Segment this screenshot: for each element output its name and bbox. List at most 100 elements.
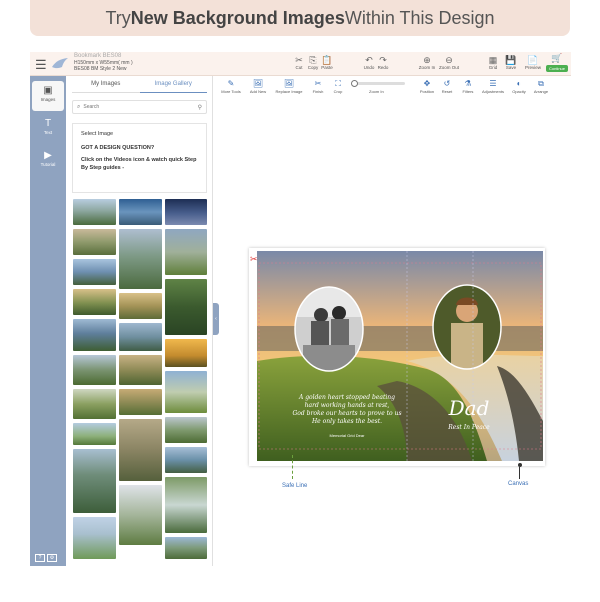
more-tools-button[interactable]: ✎ More Tools	[219, 79, 243, 94]
gallery-thumbnail[interactable]	[73, 199, 116, 225]
gallery-thumbnail[interactable]	[119, 229, 162, 289]
paste-icon: 📋	[321, 55, 333, 65]
crop-button[interactable]: ⛶ Crop	[326, 79, 350, 94]
gallery-thumbnail[interactable]	[73, 517, 116, 559]
tab-my-images[interactable]: My Images	[72, 81, 140, 93]
banner-prefix: Try	[105, 7, 131, 28]
zoom-out-icon: ⊖	[445, 55, 453, 65]
paste-button[interactable]: 📋 Paste	[316, 55, 338, 70]
search-box: ⌕ ⚲	[72, 100, 207, 114]
pencil-icon: ✎	[227, 79, 235, 88]
sliders-icon: ☰	[489, 79, 497, 88]
gallery-thumbnail[interactable]	[165, 279, 207, 335]
info-box: Select Image GOT A DESIGN QUESTION? Clic…	[72, 123, 207, 193]
gallery-thumbnail[interactable]	[165, 371, 207, 413]
redo-icon: ↷	[379, 55, 387, 65]
save-button[interactable]: 💾 Save	[500, 55, 522, 70]
replace-image-button[interactable]: 🖼 Replace Image	[274, 79, 304, 94]
select-image-label: Select Image	[81, 131, 114, 137]
rail-item-tutorial[interactable]: ▶ Tutorial	[32, 146, 64, 176]
image-panel: My Images Image Gallery ⌕ ⚲ Select Image…	[66, 76, 213, 566]
gallery-thumbnail[interactable]	[119, 199, 162, 225]
verse-line: A golden heart stopped beating	[298, 394, 395, 401]
gallery-thumbnail[interactable]	[165, 537, 207, 559]
gallery-thumbnail[interactable]	[119, 355, 162, 385]
replace-image-icon: 🖼	[283, 79, 295, 88]
help-icon[interactable]: ?	[35, 554, 45, 562]
opacity-icon: ◐	[516, 79, 522, 88]
collapse-panel-handle[interactable]: ‹	[213, 303, 219, 335]
gallery-thumbnail[interactable]	[73, 449, 116, 513]
design-question-heading: GOT A DESIGN QUESTION?	[81, 145, 155, 151]
gallery-thumbnail[interactable]	[165, 417, 207, 443]
cart-icon: 🛒	[551, 53, 563, 63]
gallery-thumbnail[interactable]	[73, 229, 116, 255]
gallery-thumbnail[interactable]	[165, 229, 207, 275]
safe-line-pointer	[292, 455, 293, 479]
zoom-label: Zoom In	[369, 89, 384, 94]
settings-icon[interactable]: ⚙	[47, 554, 57, 562]
zoom-in-button[interactable]: ⊕ Zoom In	[416, 55, 438, 70]
gallery-thumbnail[interactable]	[119, 419, 162, 481]
zoom-slider[interactable]	[351, 80, 405, 87]
gallery-thumbnail[interactable]	[119, 293, 162, 319]
gallery-thumbnail[interactable]	[165, 199, 207, 225]
design-canvas[interactable]: ✂ A golden heart stopped beating hard wo…	[249, 248, 545, 466]
safe-line-label: Safe Line	[282, 483, 308, 489]
gallery-thumbnail[interactable]	[73, 423, 116, 445]
arrange-button[interactable]: ⧉ Arrange	[529, 79, 553, 94]
search-input[interactable]	[83, 104, 198, 110]
filters-icon: ⚗	[464, 79, 472, 88]
document-style: BES08 BM Style 2 New	[74, 66, 127, 72]
filter-icon[interactable]: ⚲	[198, 104, 202, 111]
panel-tabs: My Images Image Gallery	[72, 81, 207, 93]
rail-item-images[interactable]: ▣ Images	[32, 81, 64, 111]
zoom-slider-handle[interactable]	[351, 80, 358, 87]
caption-text: Memorial Grid Dear	[330, 433, 366, 438]
gallery-thumbnail[interactable]	[73, 355, 116, 385]
text-icon: T	[44, 118, 52, 129]
verse-line: He only takes the best.	[311, 418, 382, 425]
continue-button[interactable]: Continue	[546, 65, 568, 72]
gallery-thumbnail[interactable]	[73, 289, 116, 315]
name-text[interactable]: Dad	[448, 396, 490, 420]
gallery-thumbnail[interactable]	[73, 389, 116, 419]
banner-highlight: New Background Images	[130, 7, 345, 28]
menu-icon[interactable]: ☰	[35, 57, 47, 73]
redo-button[interactable]: ↷ Redo	[372, 55, 394, 70]
design-artwork[interactable]: A golden heart stopped beating hard work…	[257, 251, 543, 461]
images-icon: ▣	[43, 85, 53, 96]
subtitle-text[interactable]: Rest In Peace	[447, 424, 490, 431]
gallery-thumbnail[interactable]	[73, 319, 116, 351]
gallery-thumbnail[interactable]	[119, 389, 162, 415]
preview-button[interactable]: 📄 Preview	[522, 55, 544, 70]
opacity-button[interactable]: ◐ Opacity	[507, 79, 531, 94]
verse-line: God broke our hearts to prove to us	[292, 410, 401, 417]
search-icon: ⌕	[77, 103, 81, 110]
banner-suffix: Within This Design	[344, 7, 495, 28]
tool-rail: ▣ Images T Text ▶ Tutorial ? ⚙	[30, 76, 66, 566]
save-icon: 💾	[505, 55, 517, 65]
gallery-thumbnail[interactable]	[165, 477, 207, 533]
tutorial-icon: ▶	[44, 150, 52, 161]
background-scene: A golden heart stopped beating hard work…	[257, 251, 543, 461]
gallery-thumbnail[interactable]	[73, 259, 116, 285]
rail-footer: ? ⚙	[35, 554, 57, 562]
gallery-thumbnail[interactable]	[165, 447, 207, 473]
video-guide-text: Click on the Videos icon & watch quick S…	[81, 157, 197, 171]
rail-item-text[interactable]: T Text	[32, 114, 64, 144]
gallery-thumbnail[interactable]	[165, 339, 207, 367]
image-toolbar: ✎ More Tools 🖼 Add New 🖼 Replace Image ✂ Fin…	[219, 77, 571, 99]
adjustments-button[interactable]: ☰ Adjustments	[479, 79, 507, 94]
tab-image-gallery[interactable]: Image Gallery	[139, 81, 207, 93]
top-bar: ☰ Bookmark BES08 H150mm x W55mm( mm ) BE…	[30, 52, 571, 76]
zoom-out-button[interactable]: ⊖ Zoom Out	[438, 55, 460, 70]
gallery-thumbnail[interactable]	[119, 485, 162, 545]
add-image-icon: 🖼	[252, 79, 264, 88]
promo-banner: Try New Background Images Within This De…	[30, 0, 570, 36]
filters-button[interactable]: ⚗ Filters	[456, 79, 480, 94]
canvas-label: Canvas	[508, 481, 529, 487]
add-new-button[interactable]: 🖼 Add New	[246, 79, 270, 94]
gallery-thumbnail[interactable]	[119, 323, 162, 351]
design-editor: ☰ Bookmark BES08 H150mm x W55mm( mm ) BE…	[30, 52, 571, 566]
